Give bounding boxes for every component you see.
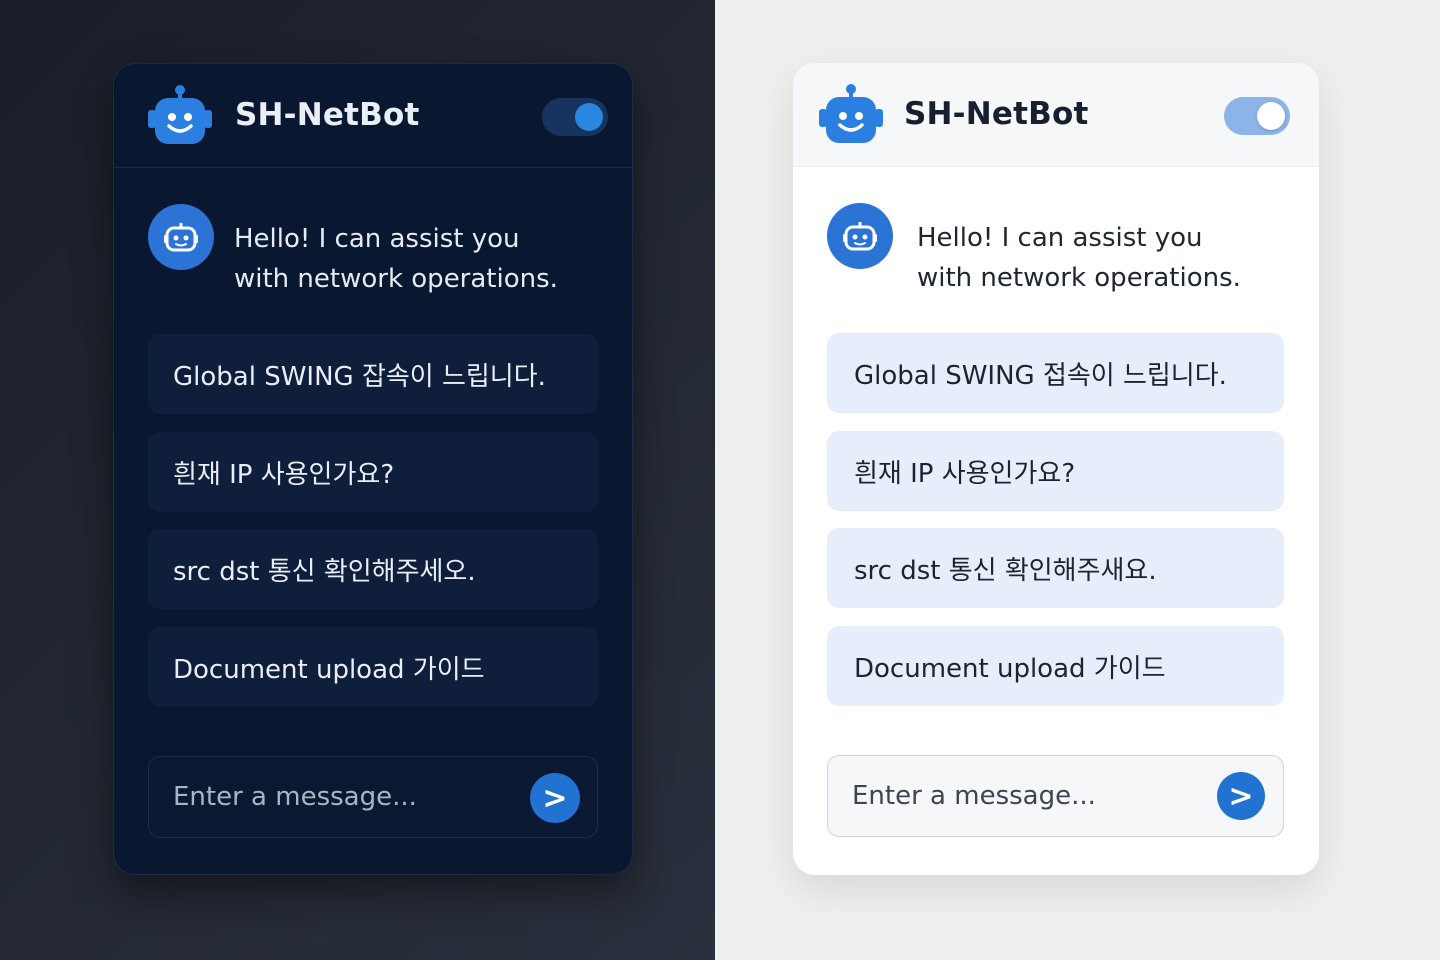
suggestion-chip[interactable]: Global SWING 잡속이 느립니다. (148, 334, 598, 414)
theme-toggle[interactable] (542, 98, 608, 136)
greeting-line-1: Hello! I can assist you (917, 223, 1203, 253)
bot-title: SH-NetBot (904, 96, 1089, 132)
message-placeholder: Enter a message... (173, 782, 417, 812)
chat-widget-light: SH-NetBot Hello! I can assist you with n… (793, 63, 1319, 875)
suggestion-chip[interactable]: src dst 통신 확인해주새요. (827, 528, 1284, 608)
bot-title: SH-NetBot (235, 97, 420, 133)
chat-header: SH-NetBot (114, 64, 632, 168)
suggestion-chip[interactable]: 흰재 IP 사용인가요? (148, 432, 598, 512)
theme-toggle[interactable] (1224, 97, 1290, 135)
greeting-line-2: with network operations. (234, 264, 558, 294)
suggestion-chip[interactable]: Document upload 가이드 (827, 626, 1284, 706)
greeting-line-1: Hello! I can assist you (234, 224, 520, 254)
bot-greeting-message: Hello! I can assist you with network ope… (234, 219, 594, 299)
greeting-line-2: with network operations. (917, 263, 1241, 293)
bot-greeting-message: Hello! I can assist you with network ope… (917, 218, 1277, 298)
suggestion-chip[interactable]: Document upload 가이드 (148, 627, 598, 707)
bot-face-icon (148, 204, 214, 270)
suggestion-chip[interactable]: 흰재 IP 사용인가요? (827, 431, 1284, 511)
toggle-knob (575, 103, 603, 131)
suggestion-chip[interactable]: src dst 통신 확인해주세오. (148, 529, 598, 609)
message-input[interactable]: Enter a message... > (148, 756, 598, 838)
send-button[interactable]: > (1217, 772, 1265, 820)
send-arrow-icon: > (542, 780, 568, 816)
robot-icon (148, 85, 212, 144)
toggle-knob (1257, 102, 1285, 130)
robot-icon (819, 84, 883, 143)
message-input[interactable]: Enter a message... > (827, 755, 1284, 837)
chat-header: SH-NetBot (793, 63, 1319, 167)
send-button[interactable]: > (530, 773, 580, 823)
chat-widget-dark: SH-NetBot Hello! I can assist you with n… (113, 63, 633, 875)
suggestion-chip[interactable]: Global SWING 접속이 느립니다. (827, 333, 1284, 413)
send-arrow-icon: > (1228, 778, 1254, 814)
bot-face-icon (827, 203, 893, 269)
message-placeholder: Enter a message... (852, 781, 1096, 811)
